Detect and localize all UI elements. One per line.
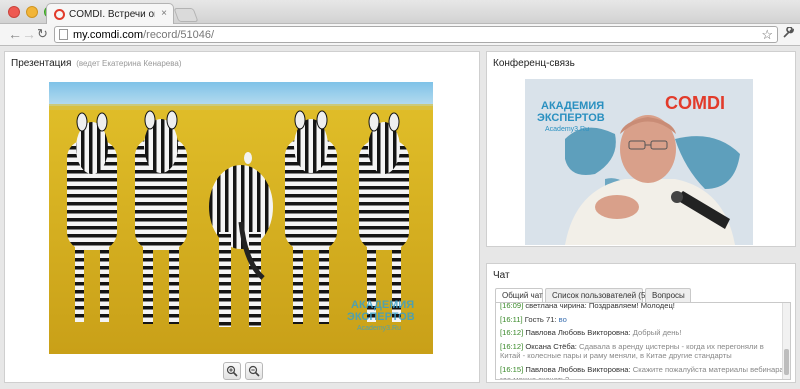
presentation-panel: Презентация (ведет Екатерина Кенарева) А…: [4, 51, 480, 383]
zoom-in-button[interactable]: [223, 362, 241, 380]
video-logo-line1: АКАДЕМИЯ: [541, 100, 604, 112]
chat-title: Чат: [493, 270, 510, 281]
message-time: [16:12]: [500, 328, 524, 338]
slide-watermark-line2: ЭКСПЕРТОВ: [347, 311, 415, 323]
chat-scroll-thumb[interactable]: [784, 349, 789, 375]
message-author: Гость 71:: [524, 314, 557, 324]
url-host: my.comdi.com: [73, 29, 144, 41]
video-feed[interactable]: АКАДЕМИЯ ЭКСПЕРТОВ Academy3.Ru COMDI: [525, 79, 753, 245]
zoom-out-icon: [248, 365, 260, 377]
tab-title: COMDI. Встречи онлайн | Co: [69, 9, 155, 20]
message-author: Павлова Любовь Викторовна:: [525, 364, 631, 374]
tab-general-chat[interactable]: Общий чат: [495, 288, 543, 302]
chat-message: [16:12] Павлова Любовь Викторовна: Добры…: [496, 328, 790, 338]
conference-title: Конференц-связь: [493, 58, 575, 69]
chat-message: [16:15] Павлова Любовь Викторовна: Скажи…: [496, 364, 790, 379]
message-text: Поздравляем! Молодец!: [588, 302, 675, 310]
message-time: [16:09]: [500, 302, 524, 310]
browser-toolbar: ← → ↻ my.comdi.com/record/51046/ ☆: [0, 24, 800, 46]
conference-panel: Конференц-связь АКАДЕМИЯ ЭКСПЕРТОВ Acade…: [486, 51, 796, 247]
window-close-button[interactable]: [8, 6, 20, 18]
zebra-slide-image: АКАДЕМИЯ ЭКСПЕРТОВ Academy3.Ru: [49, 82, 433, 354]
presentation-presenter: (ведет Екатерина Кенарева): [76, 59, 182, 68]
chat-message: [16:12] Оксана Стёба: Сдавала в аренду ц…: [496, 342, 790, 361]
wrench-menu-icon[interactable]: [782, 26, 795, 42]
chat-message-list[interactable]: [16:09] светлана чирина: Поздравляем! Мо…: [495, 302, 791, 380]
comdi-favicon-icon: [54, 9, 65, 20]
video-logo-line2: ЭКСПЕРТОВ: [537, 112, 605, 124]
slide-watermark-line1: АКАДЕМИЯ: [351, 299, 414, 311]
browser-tab[interactable]: COMDI. Встречи онлайн | Co ×: [46, 3, 174, 25]
presentation-title: Презентация (ведет Екатерина Кенарева): [11, 58, 182, 69]
forward-icon[interactable]: →: [22, 26, 36, 42]
video-logo-line3: Academy3.Ru: [545, 126, 589, 133]
message-text: во: [558, 314, 567, 324]
chat-panel: Чат Общий чат Список пользователей (51) …: [486, 263, 796, 383]
message-text: Добрый день!: [632, 328, 682, 338]
video-brand: COMDI: [665, 93, 725, 113]
address-bar[interactable]: my.comdi.com/record/51046/ ☆: [54, 26, 778, 43]
tab-user-list[interactable]: Список пользователей (51): [545, 288, 653, 302]
message-author: Оксана Стёба:: [525, 341, 577, 351]
page-content: Презентация (ведет Екатерина Кенарева) А…: [0, 47, 800, 389]
url-path: /record/51046/: [143, 29, 215, 41]
tab-questions[interactable]: Вопросы: [645, 288, 691, 302]
zoom-in-icon: [226, 365, 238, 377]
chat-scrollbar[interactable]: [782, 303, 790, 379]
url-text[interactable]: my.comdi.com/record/51046/: [73, 29, 214, 41]
message-time: [16:11]: [500, 314, 523, 324]
back-icon[interactable]: ←: [8, 26, 22, 42]
reload-icon[interactable]: ↻: [37, 26, 48, 42]
chat-message: [16:09] светлана чирина: Поздравляем! Мо…: [496, 302, 790, 311]
new-tab-button[interactable]: [173, 8, 199, 22]
presentation-title-text: Презентация: [11, 58, 72, 69]
message-time: [16:12]: [500, 341, 524, 351]
presentation-slide: АКАДЕМИЯ ЭКСПЕРТОВ Academy3.Ru: [49, 82, 433, 354]
zoom-out-button[interactable]: [245, 362, 263, 380]
message-author: светлана чирина:: [525, 302, 587, 310]
window-minimize-button[interactable]: [26, 6, 38, 18]
slide-watermark-line3: Academy3.Ru: [357, 325, 401, 332]
speaker-video-image: АКАДЕМИЯ ЭКСПЕРТОВ Academy3.Ru COMDI: [525, 79, 753, 245]
message-time: [16:15]: [500, 364, 524, 374]
message-author: Павлова Любовь Викторовна:: [525, 328, 631, 338]
tab-close-icon[interactable]: ×: [161, 8, 167, 19]
bookmark-star-icon[interactable]: ☆: [761, 27, 773, 43]
browser-titlebar: COMDI. Встречи онлайн | Co ×: [0, 0, 800, 25]
chat-message: [16:11] Гость 71: во: [496, 315, 790, 325]
page-icon: [59, 29, 68, 40]
